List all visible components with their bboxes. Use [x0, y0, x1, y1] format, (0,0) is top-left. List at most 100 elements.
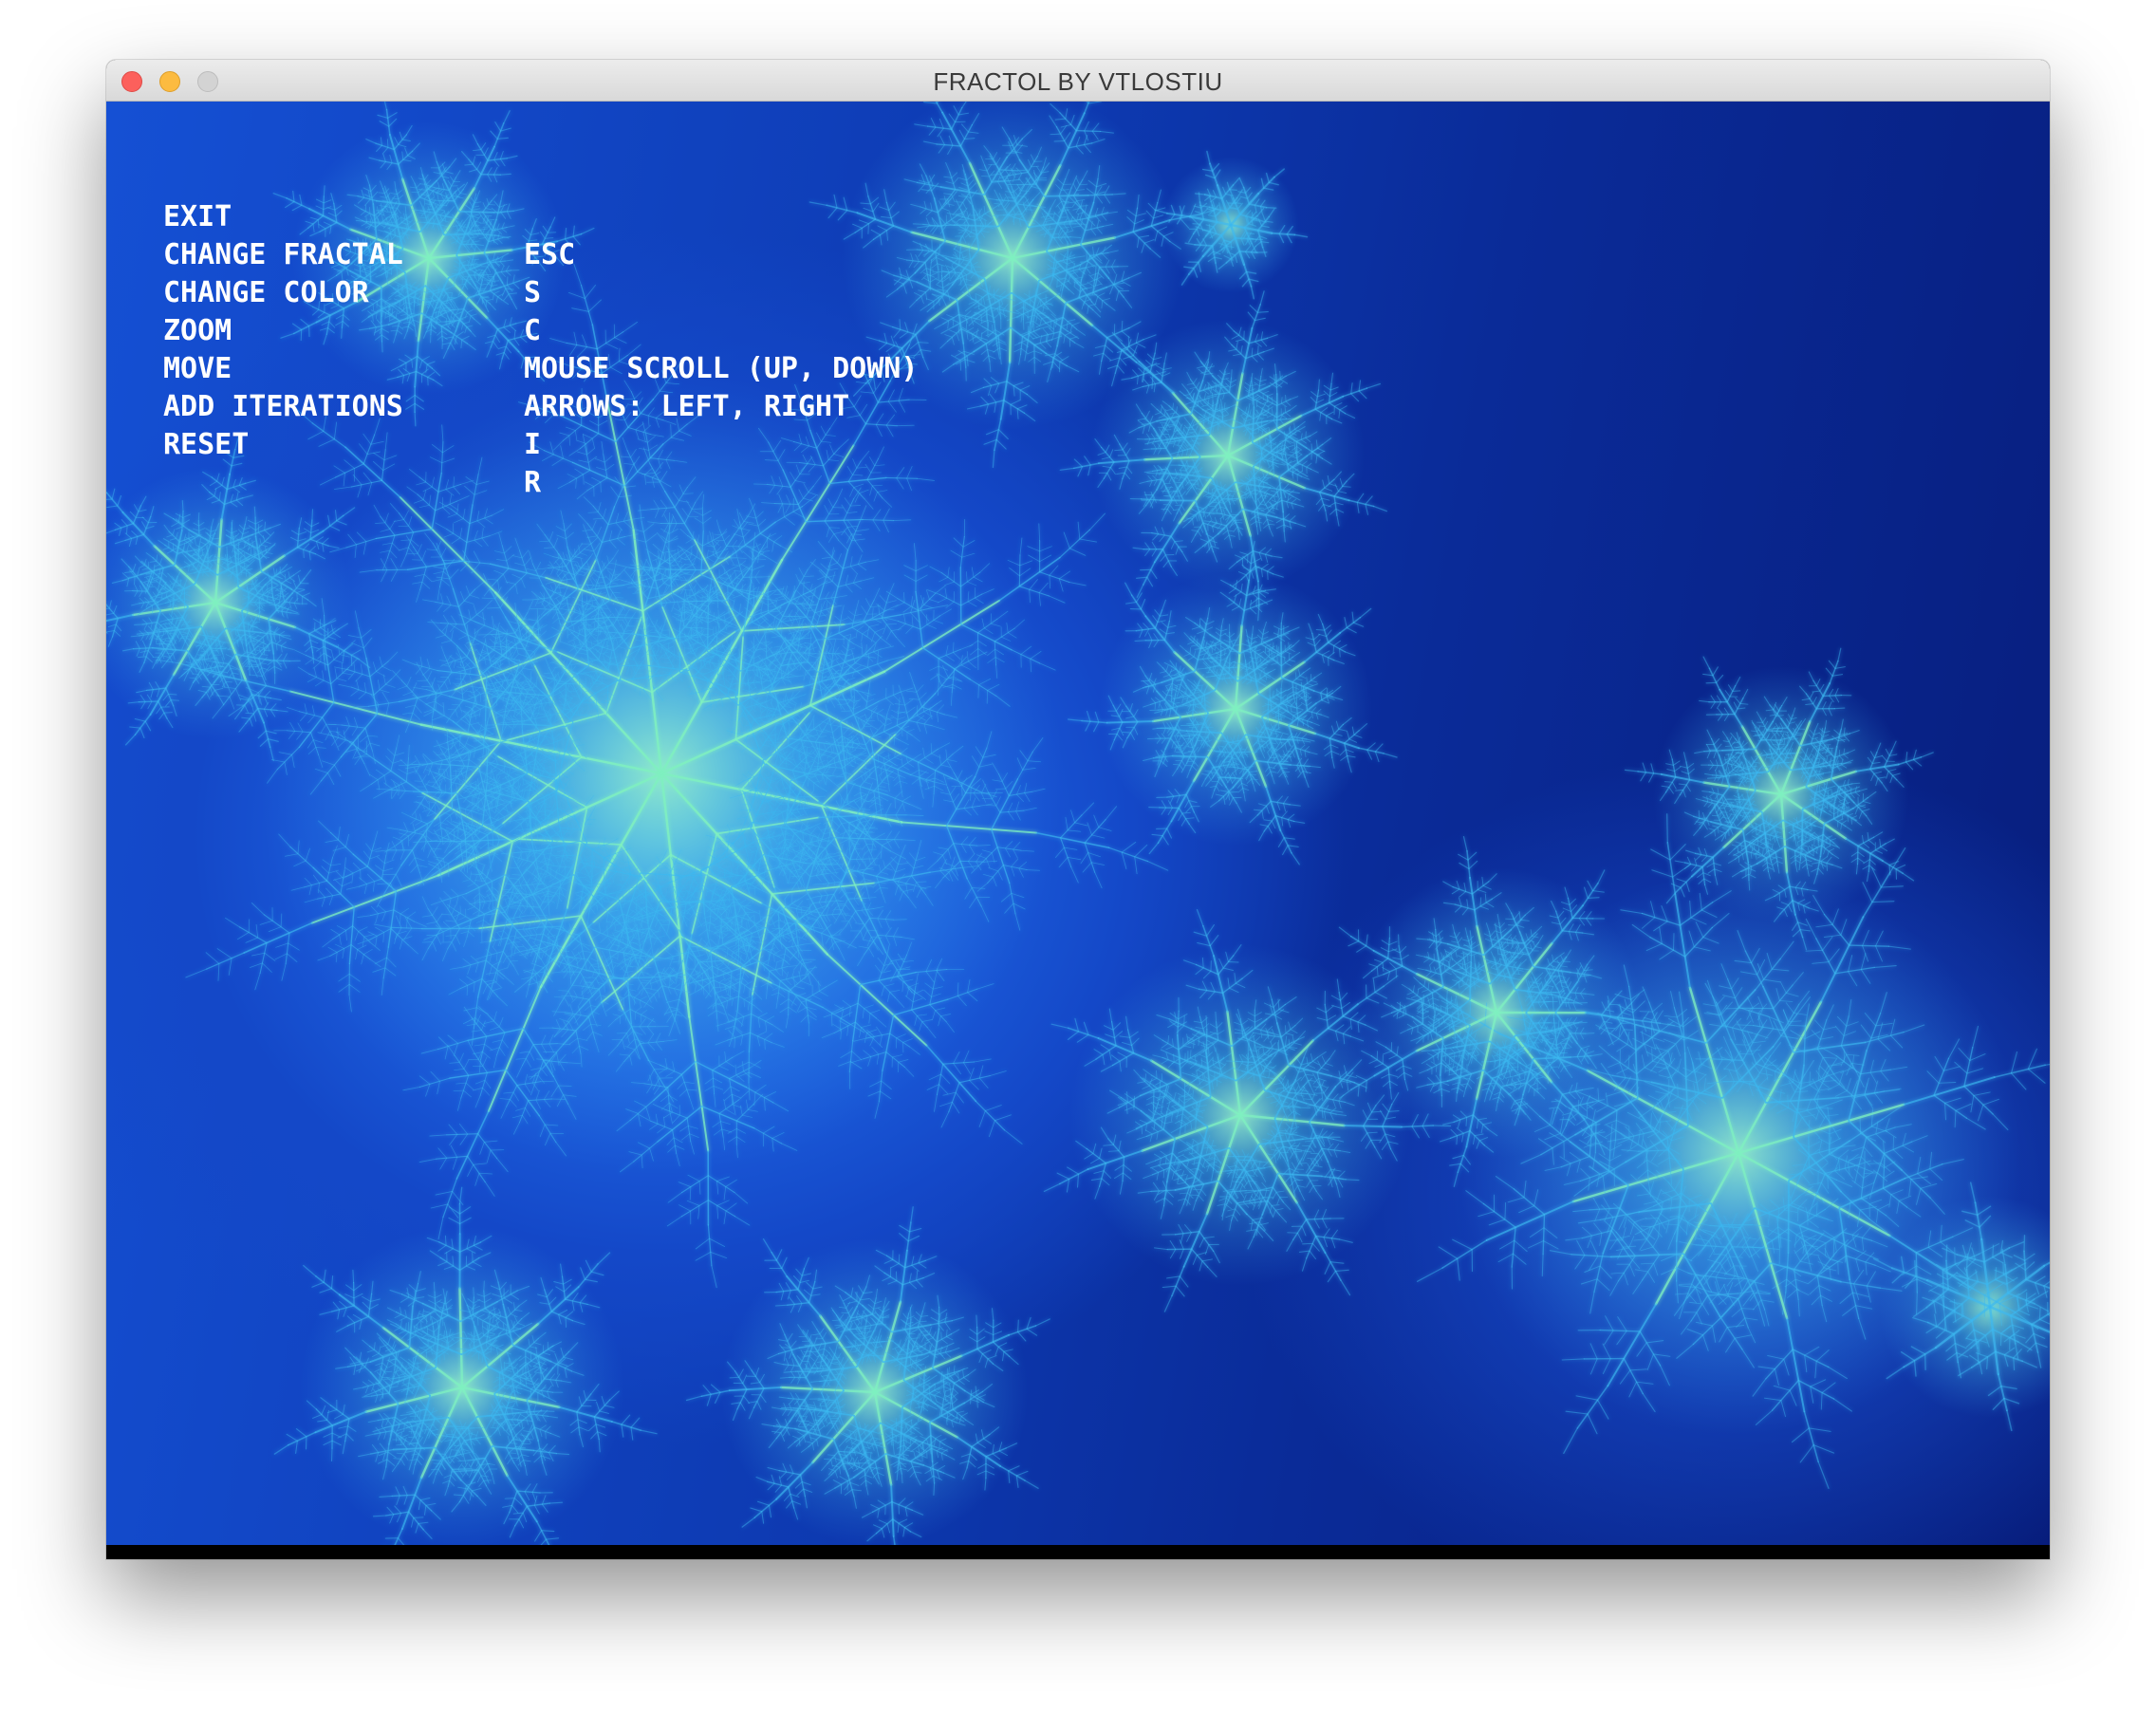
fractal-filament: [436, 1155, 469, 1160]
fractal-filament: [264, 952, 276, 961]
fractal-filament: [831, 1012, 833, 1027]
fractal-filament: [695, 1237, 711, 1250]
title-bar[interactable]: FRACTOL BY VTLOSTIU: [106, 60, 2050, 102]
fractal-filament: [1087, 822, 1092, 836]
fractal-filament: [1060, 837, 1072, 868]
fractal-filament: [435, 1190, 454, 1196]
fractal-filament: [697, 1205, 700, 1219]
fractal-filament: [442, 1178, 458, 1219]
fractal-filament: [1121, 841, 1137, 853]
fractal-filament: [1054, 847, 1065, 858]
fractal-filament: [484, 1181, 495, 1197]
fractal-filament: [205, 952, 220, 964]
fractal-filament: [274, 953, 288, 960]
fractal-filament: [430, 1203, 449, 1209]
fractal-filament: [446, 1133, 479, 1136]
fractal-filament: [974, 1058, 992, 1063]
fractal-filament: [251, 902, 265, 916]
fractal-filament: [952, 1102, 960, 1114]
fractal-filament: [686, 1200, 700, 1206]
fractal-filament: [558, 1085, 572, 1087]
fractal-filament: [958, 1075, 991, 1084]
fractal-filament: [716, 1205, 719, 1219]
fractal-filament: [988, 1120, 995, 1138]
fractal-filament: [281, 963, 287, 981]
fractal-filament: [288, 942, 300, 951]
fractal-filament: [1080, 852, 1089, 865]
fractal-filament: [255, 923, 259, 939]
fractal-filament: [1146, 861, 1169, 871]
fractal-filament: [206, 952, 245, 970]
fractal-filament: [734, 1216, 751, 1226]
fractal-filament: [250, 962, 263, 968]
fractal-filament: [716, 1176, 730, 1182]
fractal-filament: [217, 962, 220, 981]
fractal-filament: [486, 1149, 492, 1163]
fractal-filament: [687, 1174, 700, 1182]
fractal-filament: [251, 952, 266, 957]
fractal-filament: [280, 913, 283, 928]
fractal-filament: [1090, 862, 1106, 865]
fractal-filament: [1067, 857, 1082, 861]
fractal-filament: [1094, 871, 1103, 889]
fractal-filament: [707, 1224, 713, 1267]
fractal-filament: [418, 1158, 437, 1163]
fractal-filament: [963, 1062, 971, 1074]
fractal-filament: [479, 1142, 485, 1155]
fractal-filament: [940, 1073, 951, 1085]
fractal-filament: [459, 1133, 469, 1145]
fractal-filament: [709, 1237, 726, 1247]
fractal-filament: [716, 1181, 719, 1195]
fractal-filament: [969, 1068, 975, 1081]
fractal-filament: [439, 1157, 448, 1170]
fractal-filament: [450, 1144, 457, 1158]
fractal-filament: [678, 1204, 692, 1212]
fractal-filament: [285, 932, 290, 965]
fractal-filament: [678, 1182, 692, 1187]
fractal-filament: [1067, 829, 1082, 832]
app-window: FRACTOL BY VTLOSTIU EXIT ESC CHANGE FRAC…: [106, 60, 2050, 1559]
fractal-filament: [449, 1134, 458, 1145]
fractal-filament: [926, 1084, 939, 1090]
fractal-filament: [978, 1110, 986, 1127]
fractal-filament: [934, 1094, 938, 1112]
fractal-filament: [474, 1172, 480, 1186]
fractal-filament: [1004, 1129, 1023, 1144]
fractal-filament: [1074, 822, 1088, 827]
fractal-filament: [1098, 827, 1112, 831]
fractal-filament: [248, 919, 251, 933]
fractal-filament: [710, 1251, 728, 1259]
fractal-filament: [734, 1191, 749, 1204]
fractal-filament: [473, 1163, 487, 1165]
fractal-filament: [711, 1265, 717, 1289]
fractal-filament: [237, 932, 250, 940]
fractal-filament: [725, 1179, 737, 1187]
fractal-filament: [467, 1163, 474, 1177]
fractal-filament: [1060, 814, 1083, 839]
fractal-filament: [228, 958, 232, 976]
fractal-filament: [955, 1091, 964, 1104]
fractal-filament: [994, 1114, 1012, 1122]
julia-fractal-render: [106, 102, 2050, 1545]
fractal-filament: [667, 1192, 683, 1203]
fractal-canvas[interactable]: EXIT ESC CHANGE FRACTAL S CHANGE COLOR C…: [106, 102, 2050, 1545]
fractal-filament: [1063, 847, 1078, 850]
fractal-filament: [483, 1140, 498, 1143]
fractal-filament: [689, 1186, 692, 1200]
fractal-filament: [1058, 857, 1069, 868]
fractal-filament: [928, 1073, 941, 1081]
fractal-filament: [1121, 851, 1127, 869]
fractal-filament: [287, 953, 298, 962]
fractal-filament: [939, 1084, 949, 1095]
fractal-filament: [259, 941, 268, 975]
window-title: FRACTOL BY VTLOSTIU: [106, 60, 2050, 102]
fractal-filament: [262, 962, 272, 973]
fractal-filament: [1105, 806, 1118, 821]
fractal-filament: [268, 926, 282, 932]
fractal-filament: [989, 1070, 1007, 1077]
fractal-filament: [723, 1186, 727, 1200]
fractal-filament: [659, 901, 704, 903]
fractal-filament: [259, 920, 273, 925]
fractal-filament: [978, 1077, 989, 1089]
fractal-filament: [666, 1216, 682, 1227]
